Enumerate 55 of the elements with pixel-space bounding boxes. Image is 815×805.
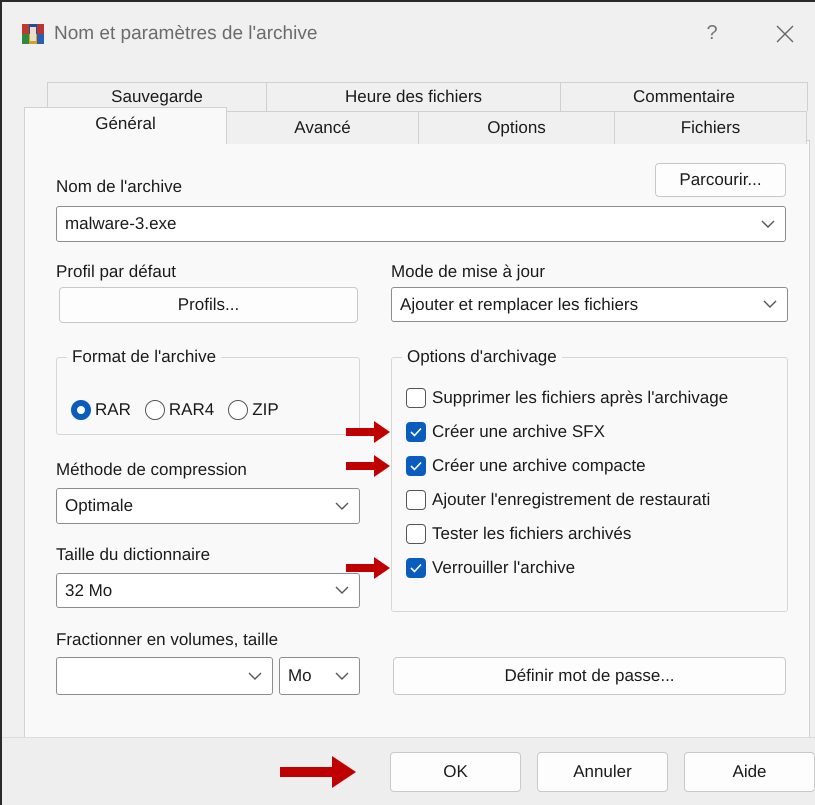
field-label: Mode de mise à jour (391, 262, 546, 282)
chevron-down-icon (763, 300, 777, 309)
tab[interactable]: Général (24, 107, 227, 144)
chevron-down-icon (335, 586, 349, 595)
chevron-down-icon (248, 672, 262, 680)
field-label: Profil par défaut (56, 262, 178, 282)
radio-option[interactable]: ZIP (228, 385, 279, 434)
field-label: Méthode de compression (56, 460, 248, 480)
chevron-down-icon (335, 672, 349, 680)
dictionary-size-combo[interactable]: 32 Mo (56, 573, 360, 608)
checkbox-option[interactable]: Ajouter l'enregistrement de restaurati (406, 486, 787, 513)
update-mode-combo[interactable]: Ajouter et remplacer les fichiers (391, 287, 788, 322)
checkbox[interactable] (406, 388, 426, 408)
window-title: Nom et paramètres de l'archive (54, 22, 318, 44)
radio-button[interactable] (71, 400, 91, 420)
close-icon[interactable] (775, 24, 795, 44)
tab[interactable]: Fichiers (614, 111, 807, 144)
checkbox-option[interactable]: Créer une archive compacte (406, 452, 787, 479)
checkbox-option[interactable]: Tester les fichiers archivés (406, 520, 787, 547)
help-button[interactable]: ? (697, 22, 727, 45)
set-password-button[interactable]: Définir mot de passe... (393, 657, 786, 695)
profiles-button[interactable]: Profils... (59, 287, 358, 323)
compression-method-combo[interactable]: Optimale (56, 488, 360, 524)
dialog-button[interactable]: OK (390, 752, 521, 792)
chevron-down-icon (335, 502, 349, 510)
checkbox[interactable] (406, 422, 426, 442)
check-icon (410, 562, 422, 572)
browse-button[interactable]: Parcourir... (655, 163, 786, 197)
check-icon (410, 426, 422, 436)
tab[interactable]: Avancé (226, 111, 419, 144)
tab[interactable]: Options (418, 111, 615, 144)
checkbox-option[interactable]: Verrouiller l'archive (406, 554, 787, 581)
tab[interactable]: Commentaire (560, 82, 808, 111)
checkbox[interactable] (406, 558, 426, 578)
radio-button[interactable] (228, 400, 248, 420)
checkbox-option[interactable]: Supprimer les fichiers après l'archivage (406, 384, 787, 411)
field-label: Nom de l'archive (56, 177, 182, 197)
radio-option[interactable]: RAR4 (144, 385, 214, 434)
field-label: Taille du dictionnaire (56, 545, 212, 565)
checkbox-option[interactable]: Créer une archive SFX (406, 418, 787, 445)
size-unit-combo[interactable]: Mo (279, 657, 360, 695)
radio-button[interactable] (144, 400, 165, 420)
checkbox[interactable] (406, 524, 426, 544)
radio-option[interactable]: RAR (71, 385, 131, 434)
dialog-button[interactable]: Annuler (537, 752, 668, 792)
split-size-combo[interactable] (56, 657, 273, 695)
chevron-down-icon (761, 220, 775, 228)
field-label: Fractionner en volumes, taille (56, 630, 280, 650)
app-logo-icon (22, 24, 44, 44)
dialog-button[interactable]: Aide (684, 752, 815, 792)
group-label: Options d'archivage (402, 347, 562, 367)
checkbox[interactable] (406, 456, 426, 476)
check-icon (410, 460, 422, 470)
checkbox[interactable] (406, 490, 426, 510)
archive-name-combo[interactable]: malware-3.exe (56, 206, 786, 242)
